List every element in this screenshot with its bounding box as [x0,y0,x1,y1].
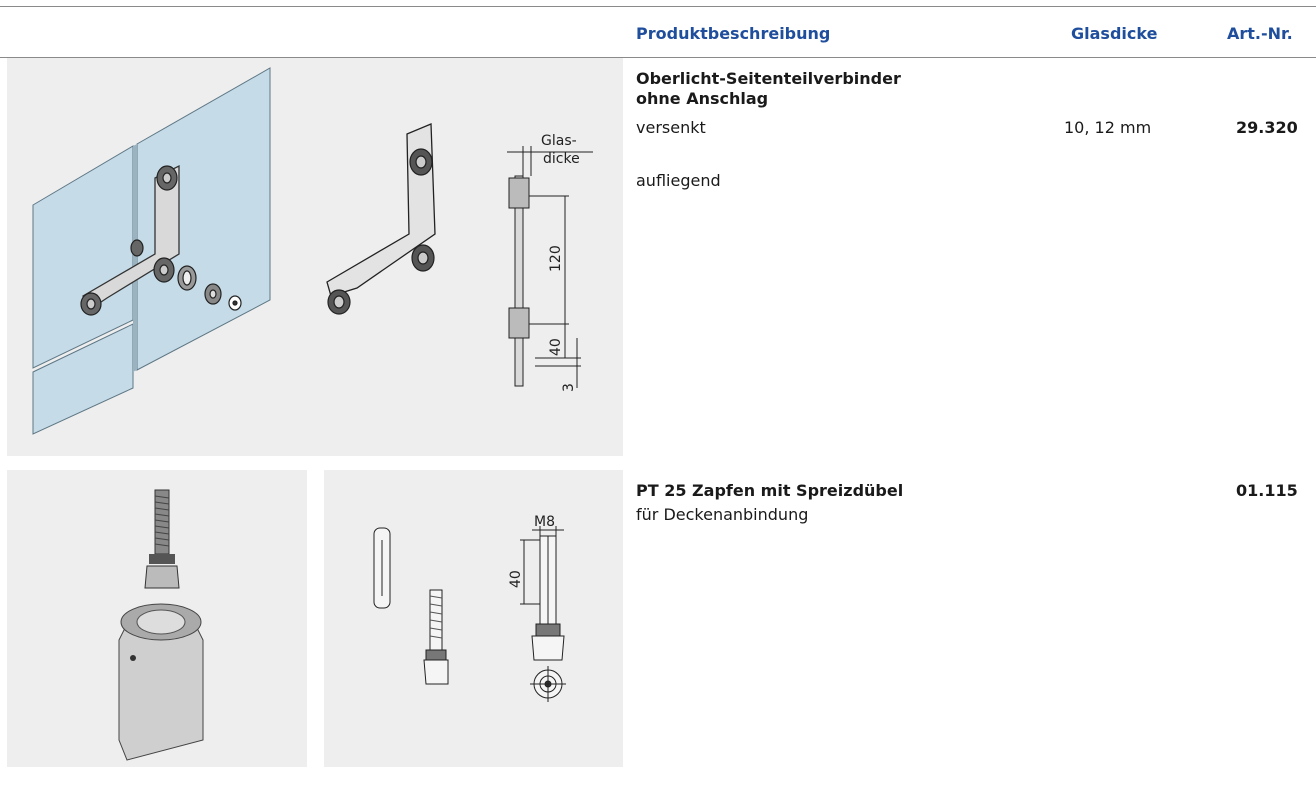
product-2-subtitle: für Deckenanbindung [636,505,809,524]
pin-render [118,489,204,761]
label-glas: Glas- [541,133,577,149]
label-dim-40: 40 [548,338,564,356]
product-1-variant-versenkt: versenkt [636,118,706,137]
product-1-variant-aufliegend: aufliegend [636,171,721,190]
header-glass-thickness: Glasdicke [1071,24,1158,43]
top-rule [0,6,1316,7]
product-1-image: Glas- dicke 120 40 3 [7,58,623,456]
product-2-image-drawing: M8 40 [324,470,623,767]
header-article-number: Art.-Nr. [1227,24,1293,43]
label-dim-120: 120 [548,245,564,272]
product-2-image-render [7,470,307,767]
label-dim-40: 40 [508,570,524,588]
pin-drawing: M8 40 [373,514,566,702]
product-1-glass-thickness: 10, 12 mm [1064,118,1152,137]
label-m8: M8 [534,514,555,530]
label-dicke: dicke [543,151,580,167]
connector-drawing: Glas- dicke 120 40 3 [32,67,593,435]
product-1-title-line2: ohne Anschlag [636,89,769,108]
header-description: Produktbeschreibung [636,24,831,43]
product-1-article-number: 29.320 [1236,118,1298,137]
product-2-title: PT 25 Zapfen mit Spreizdübel [636,481,904,500]
label-dim-3: 3 [561,383,577,392]
product-2-article-number: 01.115 [1236,481,1298,500]
product-1-title-line1: Oberlicht-Seitenteilverbinder [636,69,901,88]
